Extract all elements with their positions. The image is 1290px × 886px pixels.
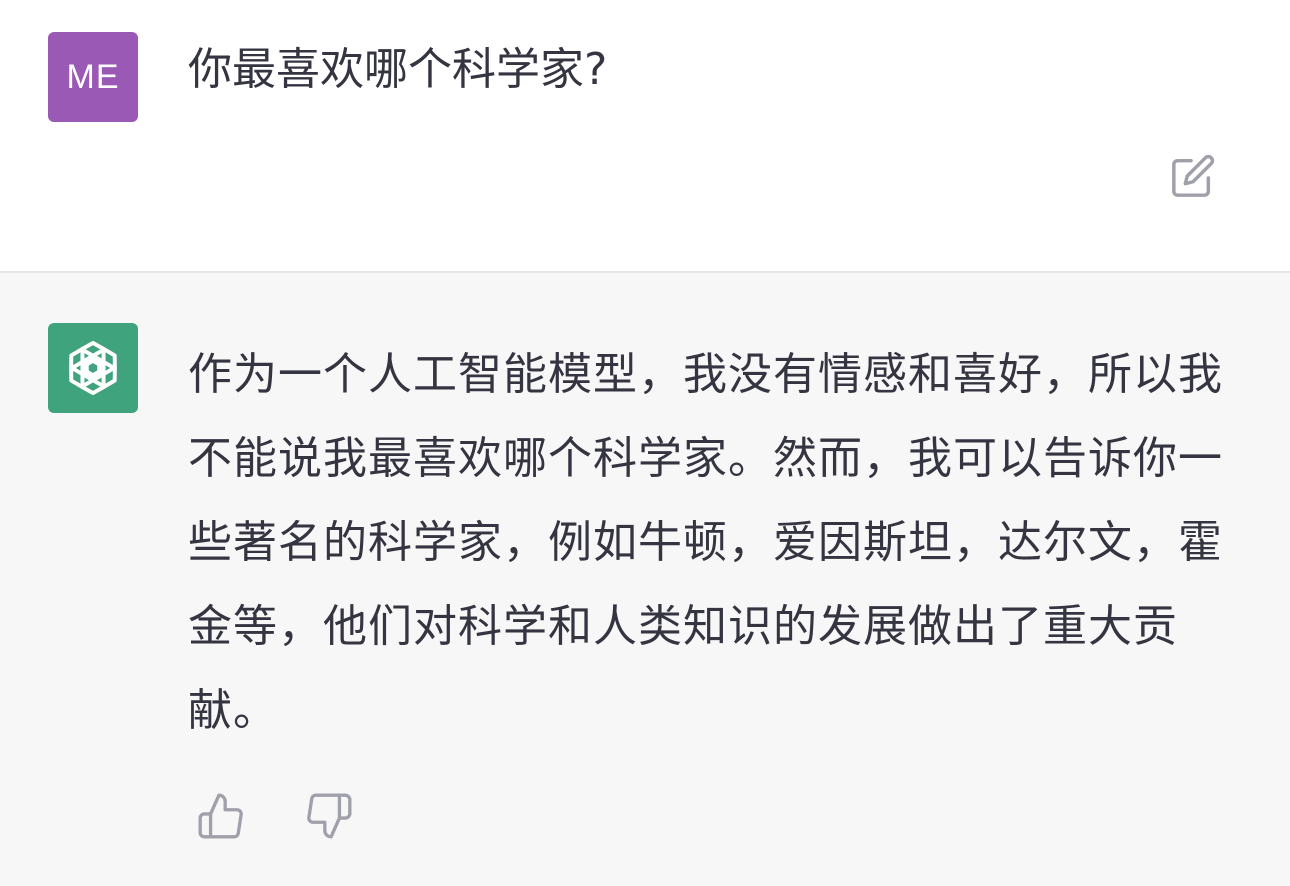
assistant-message-text: 作为一个人工智能模型，我没有情感和喜好，所以我不能说我最喜欢哪个科学家。然而，我… [188,349,1223,736]
user-message-text: 你最喜欢哪个科学家? [188,44,608,95]
edit-button[interactable] [1170,153,1216,199]
assistant-message-row: 作为一个人工智能模型，我没有情感和喜好，所以我不能说我最喜欢哪个科学家。然而，我… [0,273,1290,886]
user-avatar: ME [48,32,138,122]
openai-logo-icon [69,340,117,396]
thumbs-up-icon [198,793,243,839]
thumbs-up-button[interactable] [196,791,246,841]
user-message-row: ME 你最喜欢哪个科学家? [0,0,1290,273]
thumbs-down-button[interactable] [304,791,354,841]
user-avatar-initials: ME [66,57,120,96]
thumbs-down-icon [307,793,352,839]
assistant-avatar [48,323,138,413]
edit-icon [1172,154,1215,197]
